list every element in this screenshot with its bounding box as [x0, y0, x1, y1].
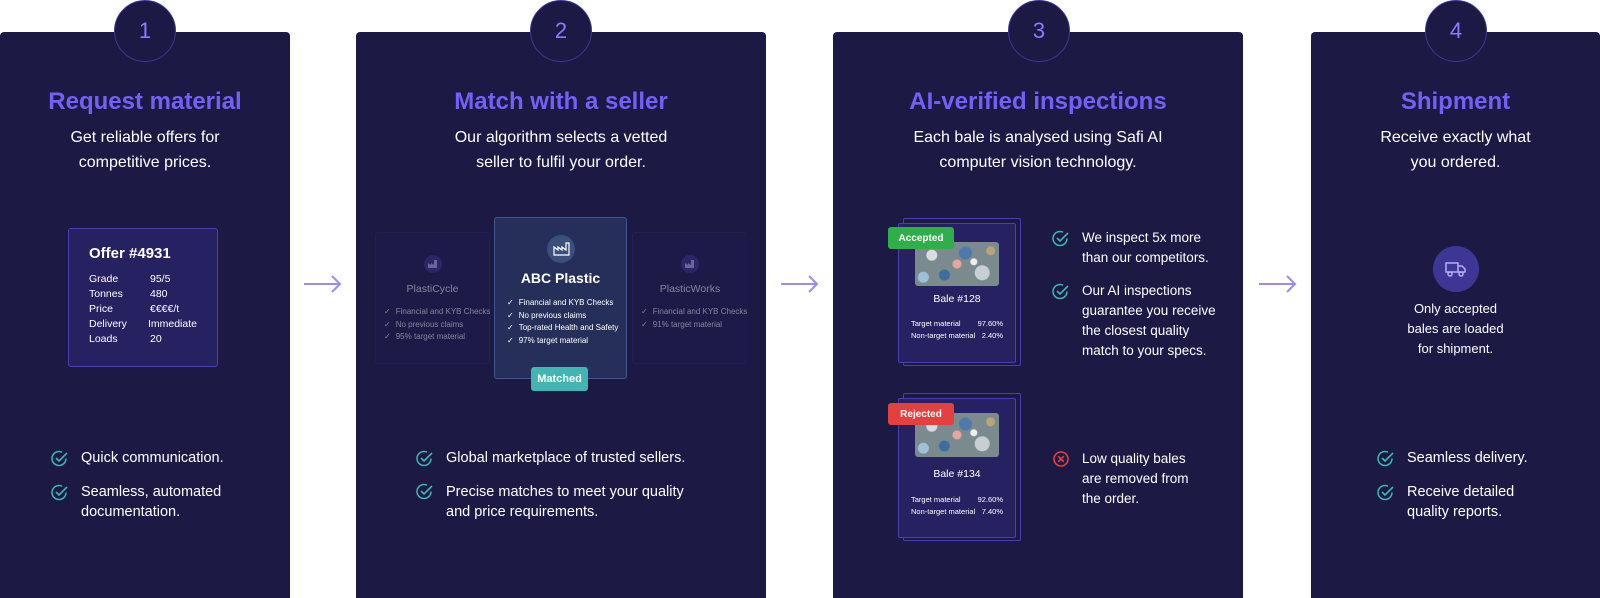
seller-card-faded: PlastiCycle Financial and KYB Checks No …: [375, 232, 490, 364]
bale-target-row: Target material 97.60%: [911, 319, 1003, 328]
seller-name: PlasticWorks: [659, 283, 721, 295]
arrow-right-icon: [781, 275, 819, 293]
seller-card-faded: PlasticWorks Financial and KYB Checks 91…: [632, 232, 747, 364]
step-1-subtitle: Get reliable offers for competitive price…: [70, 129, 220, 171]
offer-title: Offer #4931: [89, 245, 171, 262]
step-4-feature: Receive detailed quality reports.: [1407, 484, 1515, 520]
factory-icon: [424, 255, 442, 273]
bale-name: Bale #134: [933, 468, 981, 480]
seller-checklist: Financial and KYB Checks 91% target mate…: [641, 306, 748, 331]
x-circle-icon: [1053, 451, 1069, 467]
check-icon: [416, 450, 433, 467]
rejected-tag: Rejected: [888, 403, 954, 425]
step-2-subtitle: Our algorithm selects a vetted seller to …: [454, 129, 668, 171]
step-4-feature: Seamless delivery.: [1407, 450, 1528, 466]
step-1-number: 1: [114, 0, 176, 62]
truck-icon: [1433, 246, 1479, 292]
seller-name: PlastiCycle: [406, 283, 459, 295]
step-3-feature: We inspect 5x more than our competitors.: [1082, 230, 1209, 265]
step-4-number: 4: [1425, 0, 1487, 62]
step-1-feature: Seamless, automated documentation.: [81, 484, 222, 520]
bale-name: Bale #128: [933, 293, 981, 305]
step-1-title: Request material: [48, 88, 242, 115]
seller-checklist: Financial and KYB Checks No previous cla…: [384, 306, 491, 344]
offer-row: Delivery Immediate: [89, 318, 197, 330]
bale-non-target-row: Non-target material 2.40%: [911, 331, 1003, 340]
step-3-subtitle: Each bale is analysed using Safi AI compu…: [913, 129, 1163, 171]
shipment-note: Only accepted bales are loaded for shipmen…: [1407, 301, 1504, 356]
factory-icon: [681, 255, 699, 273]
offer-card: Offer #4931 Grade 95/5 Tonnes 480 Price €€€…: [68, 228, 218, 367]
offer-row: Tonnes 480: [89, 288, 168, 300]
check-icon: [1052, 230, 1069, 247]
seller-name: ABC Plastic: [520, 270, 601, 286]
step-3-feature: Our AI inspections guarantee you receive t…: [1082, 283, 1216, 358]
check-icon: [51, 484, 68, 501]
check-icon: [1052, 283, 1069, 300]
step-2-feature: Precise matches to meet your quality and …: [446, 484, 684, 520]
bale-target-row: Target material 92.60%: [911, 495, 1003, 504]
step-4-title: Shipment: [1400, 88, 1511, 115]
step-3-feature: Low quality bales are removed from the ord…: [1082, 451, 1189, 506]
step-2-title: Match with a seller: [454, 88, 668, 115]
check-icon: [416, 483, 433, 500]
offer-row: Loads 20: [89, 333, 162, 345]
check-icon: [1377, 484, 1394, 501]
step-4-subtitle: Receive exactly what you ordered.: [1380, 129, 1531, 171]
offer-row: Price €€€€/t: [89, 303, 180, 315]
arrow-right-icon: [304, 275, 342, 293]
step-3-title: AI-verified inspections: [909, 88, 1167, 115]
check-icon: [51, 450, 68, 467]
factory-icon: [547, 235, 575, 263]
offer-row: Grade 95/5: [89, 273, 171, 285]
step-3-number: 3: [1008, 0, 1070, 62]
bale-non-target-row: Non-target material 7.40%: [911, 507, 1003, 516]
step-1-feature: Quick communication.: [81, 450, 224, 466]
step-2-feature: Global marketplace of trusted sellers.: [446, 450, 686, 466]
arrow-right-icon: [1259, 275, 1297, 293]
matched-badge: Matched: [531, 367, 588, 391]
check-icon: [1377, 450, 1394, 467]
accepted-tag: Accepted: [888, 227, 954, 249]
step-2-number: 2: [530, 0, 592, 62]
seller-card-selected: ABC Plastic Financial and KYB Checks No …: [494, 217, 627, 379]
seller-checklist: Financial and KYB Checks No previous cla…: [507, 297, 619, 347]
